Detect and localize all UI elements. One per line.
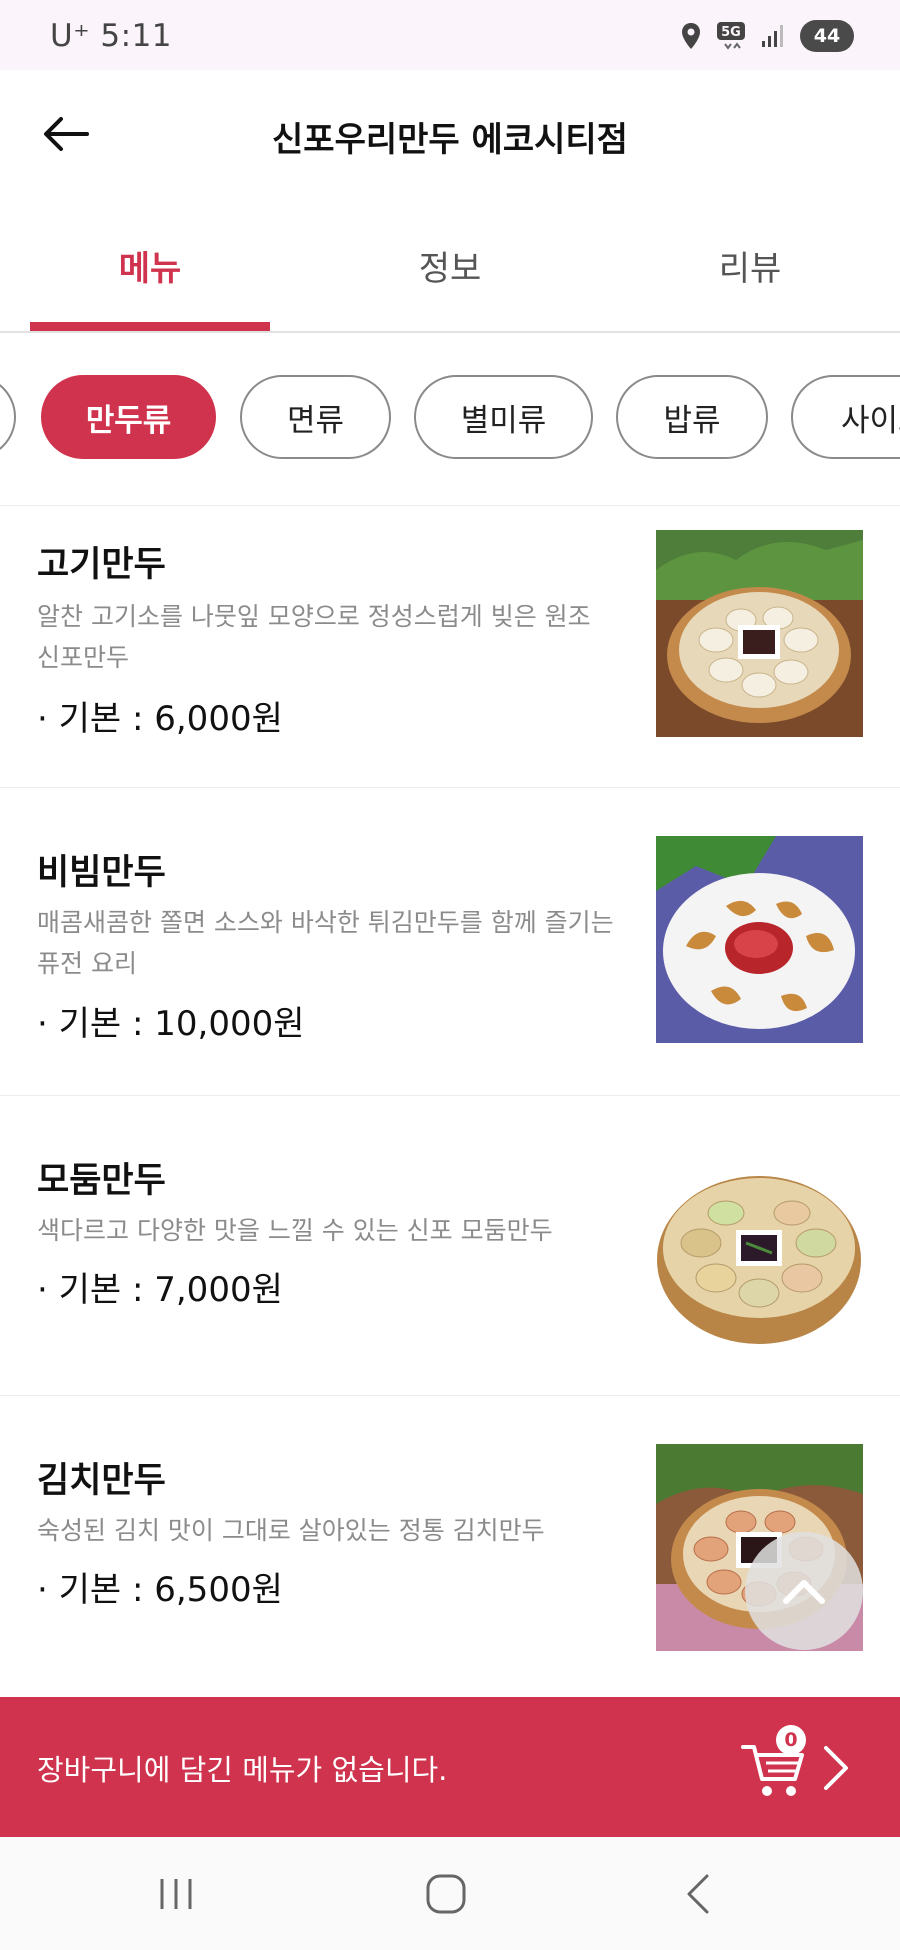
menu-item-image — [656, 530, 863, 737]
status-time: U⁺ 5:11 — [50, 18, 173, 54]
header: 신포우리만두 에코시티점 — [0, 70, 900, 200]
category-chip-dumplings[interactable]: 만두류 — [41, 375, 216, 459]
system-nav-bar — [0, 1837, 900, 1950]
5g-icon: 5G — [717, 22, 745, 50]
recent-apps-button[interactable] — [126, 1859, 226, 1929]
menu-item-image — [656, 836, 863, 1043]
menu-item-name: 비빔만두 — [37, 853, 166, 893]
cart-count-badge: 0 — [776, 1725, 806, 1755]
recent-apps-icon — [160, 1879, 192, 1909]
signal-icon — [762, 25, 783, 47]
nav-back-button[interactable] — [648, 1859, 748, 1929]
home-icon — [426, 1874, 466, 1914]
category-chip-rice[interactable]: 밥류 — [616, 375, 768, 459]
menu-item-description: 매콤새콤한 쫄면 소스와 바삭한 튀김만두를 함께 즐기는 퓨전 요리 — [37, 908, 614, 978]
menu-item-name: 김치만두 — [37, 1461, 166, 1501]
menu-item-price: · 기본 : 6,500원 — [37, 1570, 283, 1610]
menu-item[interactable]: 모둠만두 색다르고 다양한 맛을 느낄 수 있는 신포 모둠만두 · 기본 : … — [0, 1096, 900, 1396]
menu-item-name: 모둠만두 — [37, 1161, 166, 1201]
cart-status-text: 장바구니에 담긴 메뉴가 없습니다. — [37, 1753, 448, 1787]
back-icon — [687, 1874, 709, 1914]
svg-text:5G: 5G — [721, 25, 741, 40]
menu-item-price: · 기본 : 7,000원 — [37, 1270, 283, 1310]
page-title: 신포우리만두 에코시티점 — [272, 120, 628, 160]
tab-reviews[interactable]: 리뷰 — [600, 200, 900, 331]
category-chips[interactable]: 만두류 면류 별미류 밥류 사이드 — [0, 333, 900, 506]
menu-item-description: 숙성된 김치 맛이 그대로 살아있는 정통 김치만두 — [37, 1516, 545, 1545]
menu-item-name: 고기만두 — [37, 545, 166, 585]
tab-menu[interactable]: 메뉴 — [0, 200, 300, 331]
menu-item[interactable]: 고기만두 알찬 고기소를 나뭇잎 모양으로 정성스럽게 빚은 원조 신포만두 ·… — [0, 506, 900, 788]
menu-item-image — [656, 1148, 863, 1355]
category-chip-noodles[interactable]: 면류 — [240, 375, 391, 459]
tab-indicator — [30, 322, 270, 331]
chevron-right-icon — [824, 1746, 848, 1790]
tab-bar: 메뉴 정보 리뷰 — [0, 200, 900, 333]
chevron-up-icon — [783, 1580, 825, 1604]
status-icons: 5G 44 — [680, 20, 854, 52]
tab-info[interactable]: 정보 — [300, 200, 600, 331]
category-chip-specialties[interactable]: 별미류 — [414, 375, 593, 459]
menu-item-description: 알찬 고기소를 나뭇잎 모양으로 정성스럽게 빚은 원조 신포만두 — [37, 602, 591, 672]
category-chip-previous[interactable] — [0, 375, 16, 459]
cart-bar[interactable]: 장바구니에 담긴 메뉴가 없습니다. 0 — [0, 1697, 900, 1837]
menu-item-price: · 기본 : 10,000원 — [37, 1004, 305, 1044]
home-button[interactable] — [396, 1859, 496, 1929]
menu-item-description: 색다르고 다양한 맛을 느낄 수 있는 신포 모둠만두 — [37, 1216, 553, 1245]
menu-item[interactable]: 비빔만두 매콤새콤한 쫄면 소스와 바삭한 튀김만두를 함께 즐기는 퓨전 요리… — [0, 788, 900, 1096]
status-bar: U⁺ 5:11 5G 44 — [0, 0, 900, 70]
battery-icon: 44 — [800, 20, 854, 52]
category-chip-sides[interactable]: 사이드 — [791, 375, 900, 459]
menu-item-price: · 기본 : 6,000원 — [37, 699, 283, 739]
scroll-to-top-button[interactable] — [745, 1532, 863, 1650]
location-icon — [682, 23, 700, 49]
